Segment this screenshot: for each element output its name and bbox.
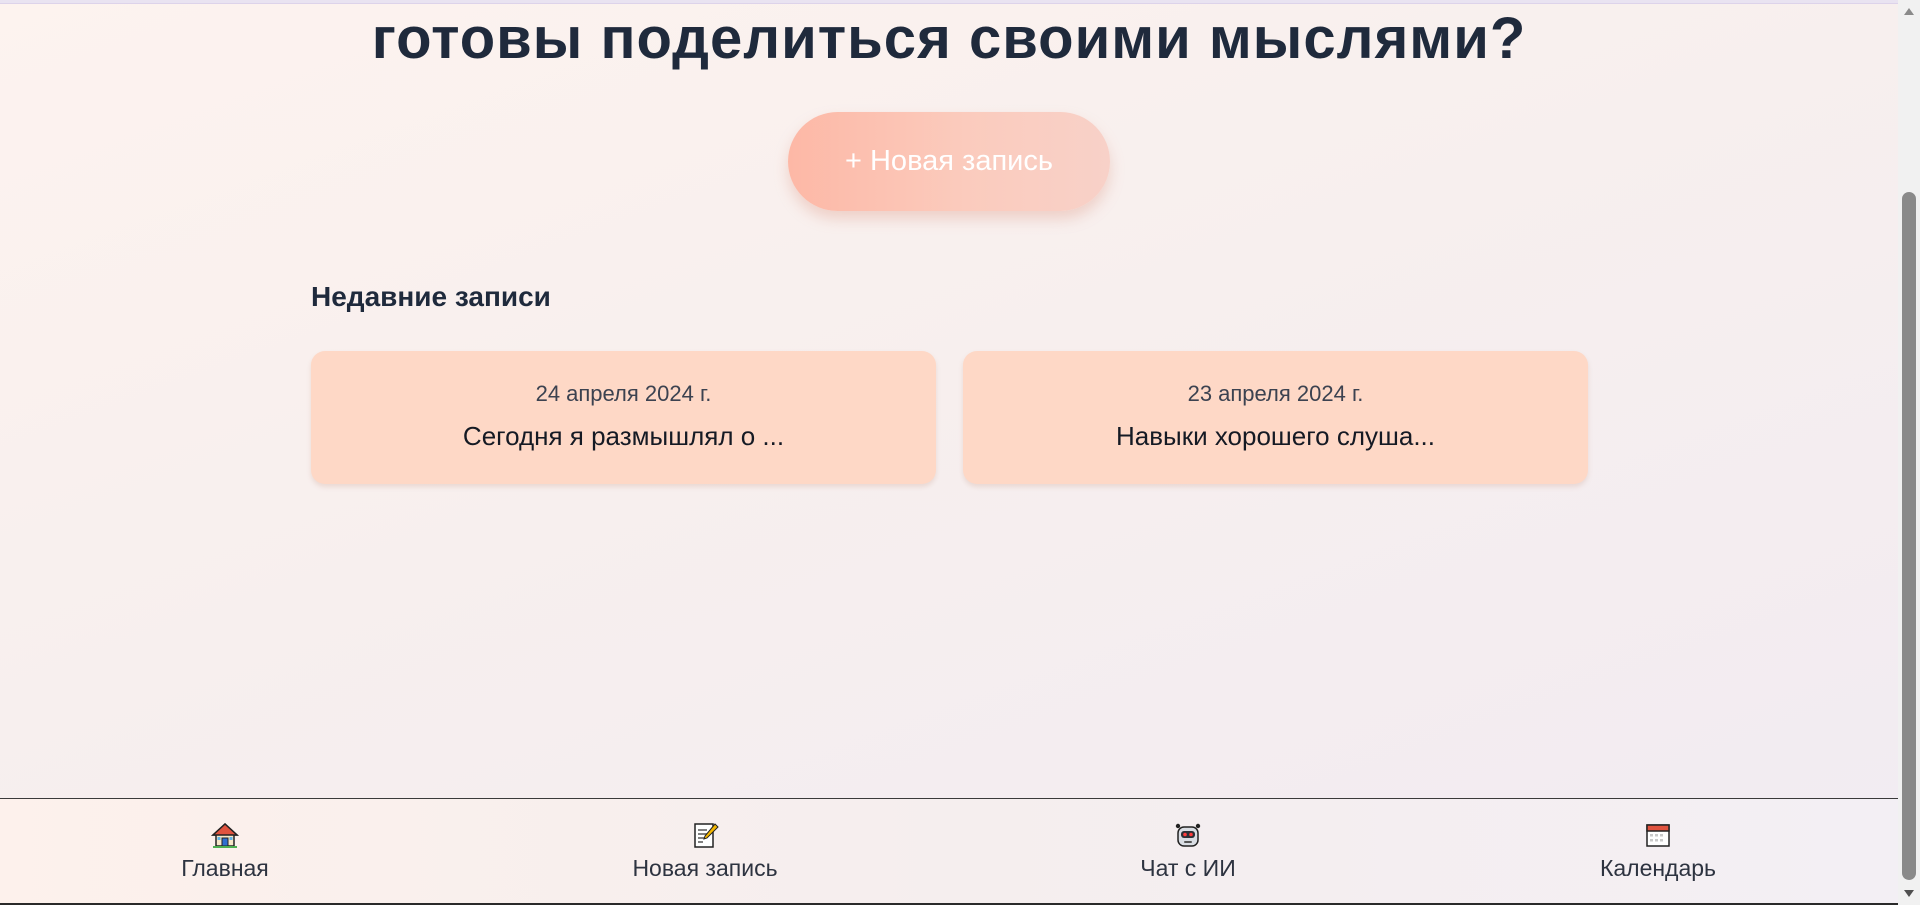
scrollbar-thumb[interactable] [1902, 192, 1916, 880]
app-viewport: готовы поделиться своими мыслями? + Нова… [0, 0, 1898, 905]
scroll-down-arrow-icon[interactable] [1904, 890, 1914, 897]
memo-icon [694, 823, 719, 848]
nav-item-ai-chat[interactable]: Чат с ИИ [1078, 821, 1298, 882]
entry-date: 23 апреля 2024 г. [1187, 381, 1364, 406]
scroll-up-arrow-icon[interactable] [1904, 8, 1914, 15]
nav-label-new-entry: Новая запись [632, 855, 778, 881]
nav-item-new-entry[interactable]: Новая запись [595, 821, 815, 882]
entry-preview: Сегодня я размышлял о ... [462, 421, 785, 451]
robot-icon [1175, 823, 1201, 847]
entry-date: 24 апреля 2024 г. [535, 381, 712, 406]
entry-card[interactable]: 23 апреля 2024 г. Навыки хорошего слуша.… [963, 351, 1588, 484]
bottom-navigation: Главная Новая запись Чат с ИИ Календарь [0, 798, 1898, 905]
page-heading: готовы поделиться своими мыслями? [371, 6, 1527, 71]
nav-label-home: Главная [181, 855, 269, 881]
recent-entries-title: Недавние записи [311, 281, 551, 312]
entry-card[interactable]: 24 апреля 2024 г. Сегодня я размышлял о … [311, 351, 936, 484]
main-content: готовы поделиться своими мыслями? + Нова… [0, 0, 1898, 798]
nav-label-calendar: Календарь [1599, 855, 1717, 881]
new-entry-button[interactable]: + Новая запись [788, 112, 1110, 211]
nav-item-home[interactable]: Главная [115, 821, 335, 882]
house-icon [211, 822, 239, 848]
nav-item-calendar[interactable]: Календарь [1548, 821, 1768, 882]
nav-label-ai-chat: Чат с ИИ [1140, 855, 1236, 881]
vertical-scrollbar[interactable] [1898, 0, 1920, 905]
calendar-icon [1646, 824, 1670, 847]
entry-preview: Навыки хорошего слуша... [1115, 421, 1436, 451]
